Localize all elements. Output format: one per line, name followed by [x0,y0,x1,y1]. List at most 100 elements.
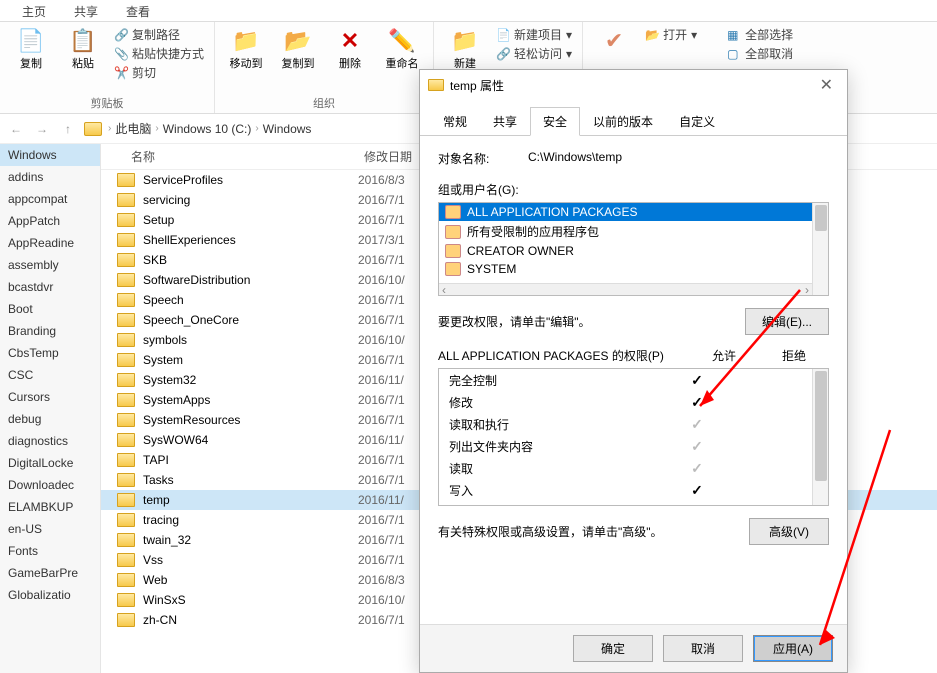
folder-icon [117,313,135,327]
dialog-title: temp 属性 [450,77,814,94]
tree-item[interactable]: CSC [0,364,100,386]
tab-general[interactable]: 常规 [430,107,480,136]
chevron-down-icon: ▾ [566,47,572,61]
chevron-down-icon: ▾ [691,28,697,42]
paste-shortcut-button[interactable]: 📎粘贴快捷方式 [114,45,204,62]
paste-icon: 📋 [68,26,98,56]
nav-forward-button[interactable]: → [32,119,52,139]
file-name: servicing [143,193,358,207]
file-date: 2016/10/ [358,273,405,287]
tree-item[interactable]: DigitalLocke [0,452,100,474]
moveto-button[interactable]: 📁 移动到 [225,26,267,70]
tree-item[interactable]: assembly [0,254,100,276]
file-name: Speech_OneCore [143,313,358,327]
copy-path-button[interactable]: 🔗复制路径 [114,26,204,43]
tab-previous[interactable]: 以前的版本 [580,107,666,136]
tree-item[interactable]: AppPatch [0,210,100,232]
folder-tree[interactable]: WindowsaddinsappcompatAppPatchAppReadine… [0,144,101,673]
select-all-button[interactable]: ▦全部选择 [727,26,793,43]
tab-share[interactable]: 共享 [480,107,530,136]
select-none-icon: ▢ [727,47,741,61]
group-item[interactable]: 所有受限制的应用程序包 [439,221,828,242]
file-date: 2016/7/1 [358,513,405,527]
permission-row: 写入✓ [439,479,812,501]
file-name: temp [143,493,358,507]
tree-item[interactable]: diagnostics [0,430,100,452]
ribbon-tab-home[interactable]: 主页 [8,0,60,21]
properties-ribbon-button[interactable]: ✔ [593,26,635,56]
chevron-right-icon: › [108,123,111,134]
tab-custom[interactable]: 自定义 [666,107,728,136]
file-date: 2016/7/1 [358,473,405,487]
tree-item[interactable]: Windows [0,144,100,166]
permission-row: 读取和执行✓ [439,413,812,435]
groups-listbox[interactable]: ALL APPLICATION PACKAGES所有受限制的应用程序包CREAT… [438,202,829,296]
tree-item[interactable]: Globalizatio [0,584,100,606]
crumb-drive[interactable]: Windows 10 (C:) [163,122,252,136]
tree-item[interactable]: bcastdvr [0,276,100,298]
tree-item[interactable]: Fonts [0,540,100,562]
tree-item[interactable]: appcompat [0,188,100,210]
easy-access-button[interactable]: 🔗轻松访问▾ [496,45,572,62]
nav-back-button[interactable]: ← [6,119,26,139]
new-item-button[interactable]: 📄新建项目▾ [496,26,572,43]
tree-item[interactable]: Branding [0,320,100,342]
delete-button[interactable]: ✕ 删除 [329,26,371,70]
delete-icon: ✕ [335,26,365,56]
scrollbar-horizontal[interactable] [439,283,812,295]
file-name: SystemApps [143,393,358,407]
folder-icon [117,373,135,387]
tree-item[interactable]: en-US [0,518,100,540]
permissions-listbox[interactable]: 完全控制✓修改✓读取和执行✓列出文件夹内容✓读取✓写入✓ [438,368,829,506]
tree-item[interactable]: ELAMBKUP [0,496,100,518]
close-button[interactable]: ✕ [814,75,839,95]
folder-icon [428,79,444,91]
file-name: ShellExperiences [143,233,358,247]
breadcrumb[interactable]: › 此电脑 › Windows 10 (C:) › Windows [108,120,311,137]
group-icon [445,262,461,276]
group-item[interactable]: SYSTEM [439,260,828,278]
tree-item[interactable]: Downloadec [0,474,100,496]
file-name: Web [143,573,358,587]
rename-button[interactable]: ✏️ 重命名 [381,26,423,70]
copyto-button[interactable]: 📂 复制到 [277,26,319,70]
scrollbar-vertical[interactable] [812,369,828,505]
cancel-button[interactable]: 取消 [663,635,743,662]
col-name[interactable]: 名称 [101,144,356,169]
open-button[interactable]: 📂打开▾ [645,26,697,43]
crumb-this-pc[interactable]: 此电脑 [115,120,151,137]
advanced-button[interactable]: 高级(V) [749,518,829,545]
tree-item[interactable]: CbsTemp [0,342,100,364]
group-icon [445,205,461,219]
cut-button[interactable]: ✂️剪切 [114,64,204,81]
tree-item[interactable]: Cursors [0,386,100,408]
edit-button[interactable]: 编辑(E)... [745,308,829,335]
easy-access-icon: 🔗 [496,47,510,61]
ribbon-tab-share[interactable]: 共享 [60,0,112,21]
col-date[interactable]: 修改日期 [356,144,420,169]
folder-icon [117,253,135,267]
group-item[interactable]: CREATOR OWNER [439,242,828,260]
file-date: 2016/10/ [358,593,405,607]
file-date: 2016/7/1 [358,193,405,207]
scrollbar-vertical[interactable] [812,203,828,295]
tree-item[interactable]: Boot [0,298,100,320]
folder-icon [117,273,135,287]
file-date: 2016/7/1 [358,313,405,327]
tree-item[interactable]: AppReadine [0,232,100,254]
nav-up-button[interactable]: ↑ [58,119,78,139]
select-none-button[interactable]: ▢全部取消 [727,45,793,62]
file-date: 2016/8/3 [358,173,405,187]
tab-security[interactable]: 安全 [530,107,580,136]
tree-item[interactable]: addins [0,166,100,188]
tree-item[interactable]: GameBarPre [0,562,100,584]
paste-button[interactable]: 📋 粘贴 [62,26,104,70]
tree-item[interactable]: debug [0,408,100,430]
ok-button[interactable]: 确定 [573,635,653,662]
properties-dialog: temp 属性 ✕ 常规 共享 安全 以前的版本 自定义 对象名称: C:\Wi… [419,69,848,673]
ribbon-tab-view[interactable]: 查看 [112,0,164,21]
apply-button[interactable]: 应用(A) [753,635,833,662]
group-item[interactable]: ALL APPLICATION PACKAGES [439,203,828,221]
crumb-folder[interactable]: Windows [263,122,312,136]
copy-button[interactable]: 📄 复制 [10,26,52,70]
